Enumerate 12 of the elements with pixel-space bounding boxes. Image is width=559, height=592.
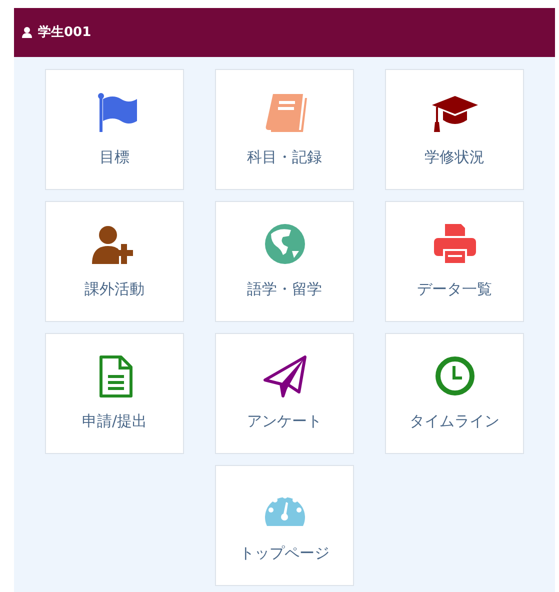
menu-tile[interactable]: 課外活動 <box>45 201 184 322</box>
menu-tile[interactable]: タイムライン <box>385 333 524 454</box>
menu-tile[interactable]: 科目・記録 <box>215 69 354 190</box>
menu-tile[interactable]: 語学・留学 <box>215 201 354 322</box>
menu-tile[interactable]: アンケート <box>215 333 354 454</box>
user-name: 学生001 <box>38 24 92 42</box>
menu-tile[interactable]: トップページ <box>215 465 354 586</box>
user-icon <box>22 27 32 38</box>
menu-tile[interactable]: 目標 <box>45 69 184 190</box>
menu-tile[interactable]: データ一覧 <box>385 201 524 322</box>
menu-tile[interactable]: 学修状況 <box>385 69 524 190</box>
menu-tile[interactable]: 申請/提出 <box>45 333 184 454</box>
